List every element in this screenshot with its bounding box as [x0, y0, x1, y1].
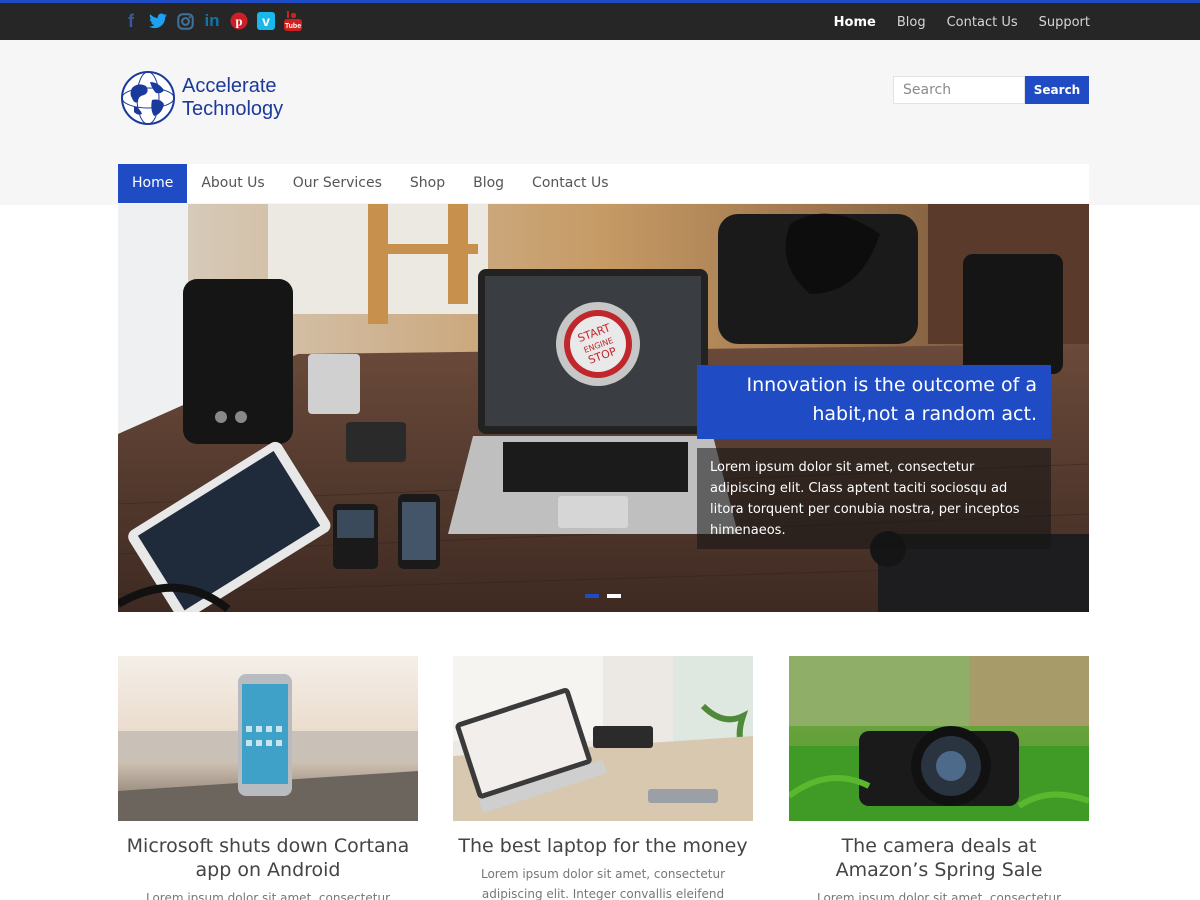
top-link-home[interactable]: Home — [834, 15, 876, 30]
svg-text:Tube: Tube — [285, 23, 301, 30]
hero-caption-text: Lorem ipsum dolor sit amet, consectetur … — [697, 448, 1051, 549]
hero-caption-title: Innovation is the outcome of a habit,not… — [697, 365, 1051, 439]
globe-icon — [121, 71, 175, 125]
twitter-icon[interactable] — [149, 12, 167, 30]
hero-text-line-4: himenaeos. — [710, 523, 786, 538]
logo-line-2: Technology — [182, 98, 284, 120]
post-thumbnail-laptop[interactable] — [453, 656, 753, 821]
top-link-support[interactable]: Support — [1039, 15, 1090, 30]
logo-line-1: Accelerate — [182, 75, 277, 97]
nav-item-contact-us[interactable]: Contact Us — [518, 164, 622, 203]
post-title-line-2[interactable]: Amazon’s Spring Sale — [836, 859, 1043, 881]
social-links: f in p v Tube — [122, 11, 302, 31]
hero-text-line-1: Lorem ipsum dolor sit amet, consectetur — [710, 460, 975, 475]
main-nav: Home About Us Our Services Shop Blog Con… — [118, 164, 1089, 203]
site-logo[interactable]: Accelerate Technology — [120, 70, 283, 126]
hero-slider[interactable]: START ENGINE STOP Innovation is the outc… — [118, 204, 1089, 612]
post-excerpt-line-2: adipiscing elit. Integer convallis eleif… — [481, 887, 725, 900]
nav-item-about-us[interactable]: About Us — [187, 164, 278, 203]
vimeo-icon[interactable]: v — [257, 12, 275, 30]
top-link-blog[interactable]: Blog — [897, 15, 926, 30]
post-title-line-2[interactable]: app on Android — [196, 859, 341, 881]
nav-item-shop[interactable]: Shop — [396, 164, 459, 203]
post-excerpt: Lorem ipsum dolor sit amet, consectetur … — [453, 864, 753, 900]
search-button[interactable]: Search — [1025, 76, 1089, 104]
hero-text-line-3: litora torquent per conubia nostra, per … — [710, 502, 1020, 517]
hero-title-line-1: Innovation is the outcome of a — [746, 374, 1038, 396]
post-card: Microsoft shuts down Cortana app on Andr… — [118, 656, 418, 900]
facebook-icon[interactable]: f — [122, 11, 140, 31]
nav-item-home[interactable]: Home — [118, 164, 188, 203]
slider-dot-1[interactable] — [585, 594, 599, 598]
slider-dots — [585, 594, 621, 598]
post-card: The best laptop for the money Lorem ipsu… — [453, 656, 753, 900]
slider-dot-2[interactable] — [607, 594, 621, 598]
post-excerpt: Lorem ipsum dolor sit amet, consectetur — [816, 891, 1062, 900]
post-thumbnail-phone[interactable] — [118, 656, 418, 821]
post-card: The camera deals at Amazon’s Spring Sale… — [789, 656, 1089, 900]
linkedin-icon[interactable]: in — [203, 11, 221, 30]
search-input[interactable] — [893, 76, 1025, 104]
top-link-contact[interactable]: Contact Us — [947, 15, 1018, 30]
post-title[interactable]: The best laptop for the money — [453, 834, 753, 858]
nav-item-our-services[interactable]: Our Services — [279, 164, 396, 203]
post-title[interactable]: The camera deals at Amazon’s Spring Sale — [789, 834, 1089, 882]
hero-title-line-2: habit,not a random act. — [812, 403, 1037, 425]
nav-item-blog[interactable]: Blog — [459, 164, 518, 203]
svg-text:p: p — [235, 15, 242, 29]
pinterest-icon[interactable]: p — [230, 12, 248, 30]
post-thumbnail-camera[interactable] — [789, 656, 1089, 821]
logo-text: Accelerate Technology — [182, 75, 283, 121]
post-excerpt-line-1: Lorem ipsum dolor sit amet, consectetur — [480, 867, 726, 881]
top-bar: f in p v Tube Home Blog Contact Us Suppo… — [0, 0, 1200, 40]
top-links: Home Blog Contact Us Support — [834, 15, 1090, 30]
search-form: Search — [893, 76, 1089, 104]
post-title-line-1[interactable]: Microsoft shuts down Cortana — [127, 835, 410, 857]
post-title-line-1[interactable]: The camera deals at — [842, 835, 1037, 857]
post-excerpt: Lorem ipsum dolor sit amet, consectetur — [145, 891, 391, 900]
hero-text-line-2: adipiscing elit. Class aptent taciti soc… — [710, 481, 1008, 496]
youtube-icon[interactable]: Tube — [284, 11, 302, 31]
post-title-line-1[interactable]: The best laptop for the money — [458, 835, 747, 857]
post-title[interactable]: Microsoft shuts down Cortana app on Andr… — [118, 834, 418, 882]
instagram-icon[interactable] — [176, 12, 194, 30]
